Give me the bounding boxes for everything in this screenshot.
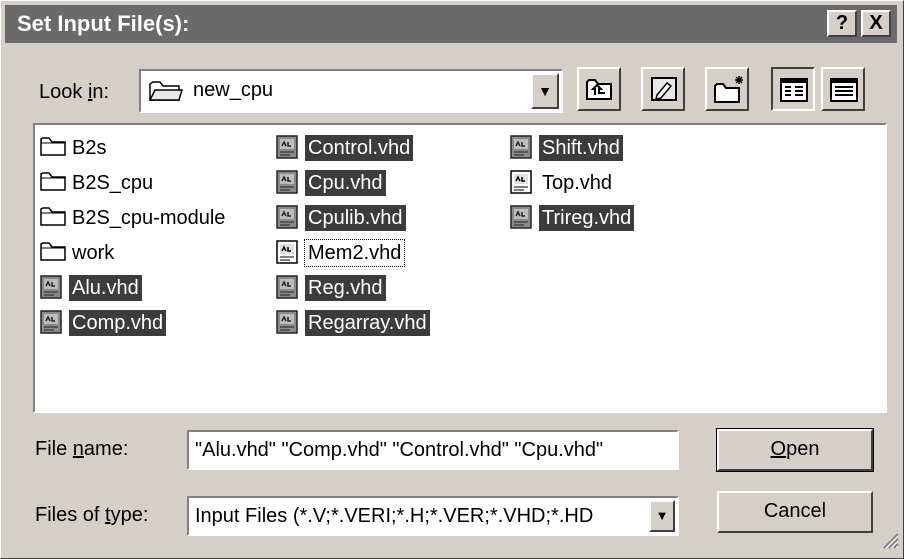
item-label: Cpu.vhd: [305, 170, 386, 196]
file-item[interactable]: Shift.vhd: [509, 133, 623, 163]
file-type-label: Files of type:: [35, 504, 149, 526]
item-label: B2S_cpu-module: [72, 207, 226, 229]
vhdl-file-icon: [39, 309, 69, 337]
folder-item[interactable]: B2S_cpu: [39, 168, 156, 198]
item-label: Comp.vhd: [69, 310, 167, 336]
file-item[interactable]: Alu.vhd: [39, 273, 142, 303]
list-view-button[interactable]: [771, 67, 815, 111]
cancel-button[interactable]: Cancel: [717, 491, 873, 533]
up-one-level-button[interactable]: [577, 67, 621, 111]
file-item[interactable]: Reg.vhd: [275, 273, 386, 303]
file-item[interactable]: Top.vhd: [509, 168, 615, 198]
folder-item[interactable]: work: [39, 238, 117, 268]
item-label: Cpulib.vhd: [305, 205, 406, 231]
file-item[interactable]: Trireg.vhd: [509, 203, 635, 233]
item-label: Regarray.vhd: [305, 310, 430, 336]
folder-icon: [39, 239, 69, 267]
item-label: work: [72, 242, 115, 264]
file-type-value: Input Files (*.V;*.VERI;*.H;*.VER;*.VHD;…: [195, 505, 594, 527]
file-type-dropdown-arrow[interactable]: ▼: [649, 500, 675, 532]
file-item[interactable]: Control.vhd: [275, 133, 414, 163]
folder-item[interactable]: B2s: [39, 133, 109, 163]
file-type-dropdown[interactable]: Input Files (*.V;*.VERI;*.H;*.VER;*.VHD;…: [187, 496, 679, 536]
file-list[interactable]: B2s B2S_cpu B2S_cpu-modulework Alu.vhd Comp.…: [33, 123, 887, 413]
vhdl-file-icon: [275, 309, 305, 337]
vhdl-file-icon: [509, 134, 539, 162]
look-in-label: Look in:: [39, 81, 110, 103]
folder-item[interactable]: B2S_cpu-module: [39, 203, 228, 233]
open-button[interactable]: Open: [716, 428, 874, 472]
item-label: Mem2.vhd: [303, 239, 406, 267]
file-item[interactable]: Mem2.vhd: [275, 238, 406, 268]
item-label: Top.vhd: [542, 172, 613, 194]
item-label: Trireg.vhd: [539, 205, 635, 231]
vhdl-file-icon: [275, 274, 305, 302]
desktop-button[interactable]: [641, 67, 685, 111]
close-button[interactable]: X: [861, 10, 891, 37]
item-label: Alu.vhd: [69, 275, 142, 301]
details-view-button[interactable]: [821, 67, 865, 111]
file-name-input[interactable]: "Alu.vhd" "Comp.vhd" "Control.vhd" "Cpu.…: [187, 430, 679, 470]
look-in-dropdown-arrow[interactable]: ▼: [531, 73, 559, 109]
vhdl-file-icon: [509, 204, 539, 232]
resize-grip-icon[interactable]: [881, 531, 899, 554]
look-in-dropdown[interactable]: new_cpu ▼: [139, 69, 563, 113]
new-folder-button[interactable]: [705, 67, 749, 111]
item-label: Reg.vhd: [305, 275, 386, 301]
look-in-value: new_cpu: [193, 79, 274, 101]
file-name-label: File name:: [35, 438, 129, 460]
set-input-files-dialog: Set Input File(s): ? X Look in: new_cpu …: [0, 0, 904, 559]
vhdl-file-icon: [509, 169, 539, 197]
vhdl-file-icon: [275, 239, 305, 267]
item-label: B2s: [72, 137, 107, 159]
help-button[interactable]: ?: [827, 10, 857, 37]
vhdl-file-icon: [39, 274, 69, 302]
folder-icon: [39, 169, 69, 197]
vhdl-file-icon: [275, 169, 305, 197]
window-title: Set Input File(s):: [17, 11, 190, 36]
file-item[interactable]: Cpulib.vhd: [275, 203, 406, 233]
vhdl-file-icon: [275, 134, 305, 162]
file-item[interactable]: Cpu.vhd: [275, 168, 386, 198]
item-label: Shift.vhd: [539, 135, 623, 161]
file-item[interactable]: Regarray.vhd: [275, 308, 430, 338]
item-label: Control.vhd: [305, 135, 414, 161]
folder-icon: [39, 134, 69, 162]
folder-icon: [39, 204, 69, 232]
file-item[interactable]: Comp.vhd: [39, 308, 167, 338]
title-bar[interactable]: Set Input File(s): ? X: [5, 5, 897, 43]
vhdl-file-icon: [275, 204, 305, 232]
folder-open-icon: [148, 80, 184, 107]
item-label: B2S_cpu: [72, 172, 154, 194]
